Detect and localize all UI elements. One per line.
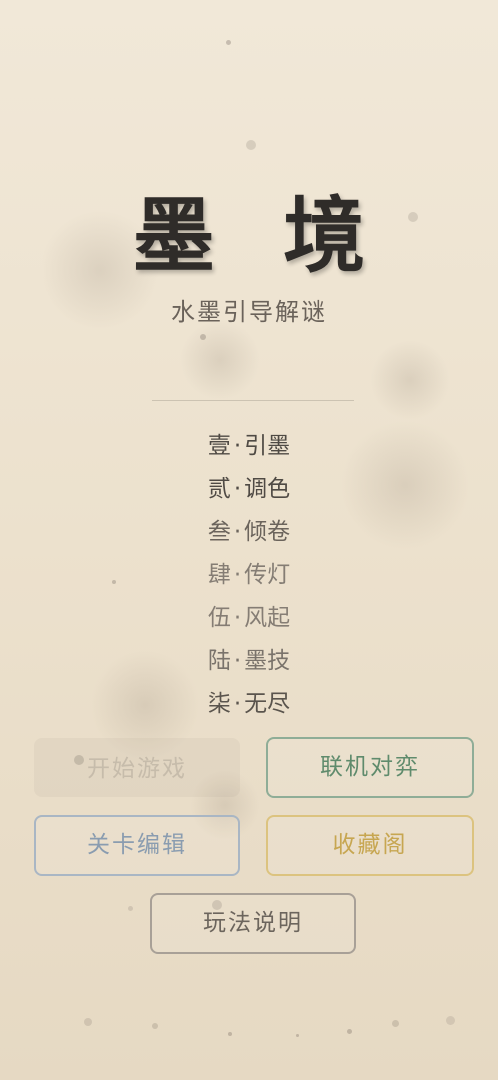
chapter-separator: · [233, 476, 242, 502]
chapter-number: 壹 [207, 433, 231, 459]
start-game-button[interactable]: 开始游戏 [34, 738, 240, 797]
chapter-number: 叁 [207, 519, 231, 545]
chapter-item-7[interactable]: 柒 · 无尽 [0, 683, 498, 726]
chapter-item-1[interactable]: 壹 · 引墨 [0, 425, 498, 468]
ink-dot-decoration [246, 140, 256, 150]
chapter-number: 肆 [207, 562, 231, 588]
chapter-separator: · [233, 691, 242, 717]
chapter-item-2[interactable]: 贰 · 调色 [0, 468, 498, 511]
ink-dot-decoration [200, 334, 206, 340]
ink-blot-decoration [180, 320, 260, 400]
chapter-item-6[interactable]: 陆 · 墨技 [0, 640, 498, 683]
ink-dot-decoration [446, 1016, 455, 1025]
chapter-separator: · [233, 519, 242, 545]
chapter-item-5[interactable]: 伍 · 风起 [0, 597, 498, 640]
how-to-play-button[interactable]: 玩法说明 [150, 893, 356, 954]
ink-dot-decoration [228, 1032, 232, 1036]
chapter-number: 贰 [207, 476, 231, 502]
chapter-item-4[interactable]: 肆 · 传灯 [0, 554, 498, 597]
chapter-name: 调色 [244, 476, 291, 502]
ink-dot-decoration [226, 40, 231, 45]
chapter-list: 壹 · 引墨 贰 · 调色 叁 · 倾卷 肆 · 传灯 伍 · 风起 陆 · 墨技 柒 · 无尽 [0, 425, 498, 726]
chapter-number: 伍 [207, 605, 231, 631]
ink-dot-decoration [296, 1034, 299, 1037]
chapter-separator: · [233, 562, 242, 588]
chapter-number: 柒 [207, 691, 231, 717]
chapter-item-3[interactable]: 叁 · 倾卷 [0, 511, 498, 554]
chapter-separator: · [233, 433, 242, 459]
ink-dot-decoration [84, 1018, 92, 1026]
chapter-name: 无尽 [244, 691, 291, 717]
chapter-separator: · [233, 605, 242, 631]
collection-button[interactable]: 收藏阁 [266, 815, 474, 876]
chapter-name: 倾卷 [244, 519, 291, 545]
chapter-name: 传灯 [244, 562, 291, 588]
ink-dot-decoration [392, 1020, 399, 1027]
game-main-menu: { "header": { "title": "墨 境", "subtitle"… [0, 0, 498, 1080]
game-title: 墨 境 [132, 189, 386, 284]
chapter-separator: · [233, 648, 242, 674]
chapter-name: 墨技 [244, 648, 291, 674]
online-match-button[interactable]: 联机对弈 [266, 737, 474, 798]
ink-dot-decoration [152, 1023, 158, 1029]
chapter-number: 陆 [207, 648, 231, 674]
title-divider [152, 400, 354, 401]
chapter-name: 引墨 [244, 433, 291, 459]
ink-dot-decoration [347, 1029, 352, 1034]
game-subtitle: 水墨引导解谜 [171, 298, 327, 326]
ink-blot-decoration [370, 340, 450, 420]
ink-dot-decoration [128, 906, 133, 911]
level-editor-button[interactable]: 关卡编辑 [34, 815, 240, 876]
chapter-name: 风起 [244, 605, 291, 631]
